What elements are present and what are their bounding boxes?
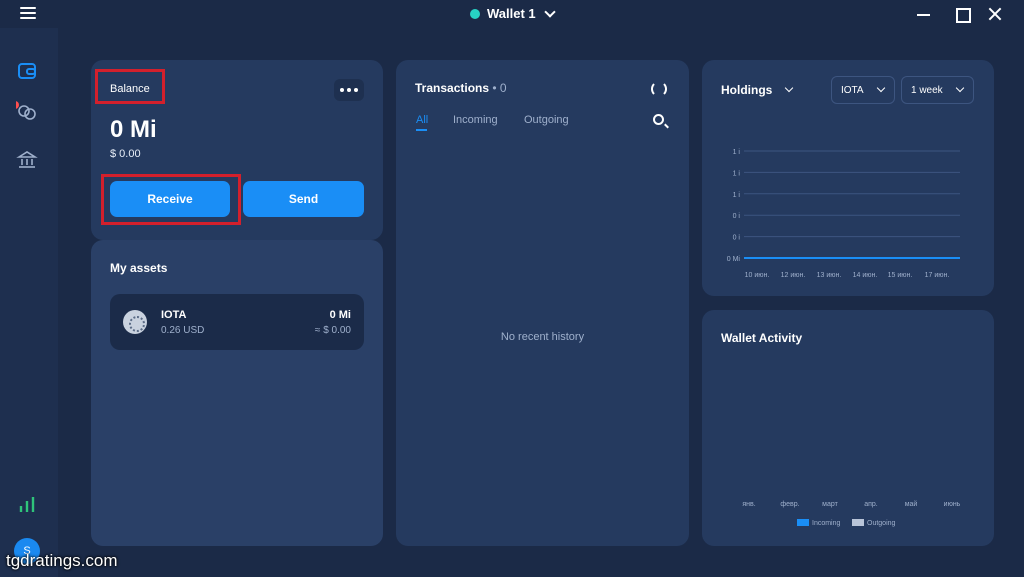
tab-all[interactable]: All: [416, 114, 428, 126]
holdings-chart: 1 i 1 i 1 i 0 i 0 i 0 Mi 10 июн. 12 июн. 13 июн.…: [727, 149, 960, 279]
asset-select-value: IOTA: [841, 85, 864, 96]
y-tick-label: 0 Mi: [727, 256, 741, 263]
transactions-title: Transactions • 0: [415, 81, 507, 95]
y-tick-label: 0 i: [733, 235, 741, 242]
chevron-down-icon: [543, 5, 556, 18]
wallet-selector[interactable]: Wallet 1: [470, 5, 556, 21]
legend-swatch: [852, 519, 864, 526]
close-icon[interactable]: [987, 6, 1003, 22]
assets-title: My assets: [110, 261, 168, 275]
minimize-icon[interactable]: [916, 6, 932, 22]
more-options-button[interactable]: [334, 79, 364, 101]
notification-badge: [16, 101, 19, 109]
transactions-title-text: Transactions: [415, 81, 490, 95]
sidebar: [0, 28, 58, 577]
chevron-down-icon: [876, 83, 886, 93]
activity-title: Wallet Activity: [721, 331, 803, 345]
y-tick-label: 1 i: [733, 170, 741, 177]
x-tick-label: май: [905, 500, 918, 508]
maximize-icon[interactable]: [954, 6, 971, 23]
y-tick-label: 0 i: [733, 213, 741, 220]
asset-price: 0.26 USD: [161, 325, 205, 336]
asset-fiat: ≈ $ 0.00: [314, 325, 351, 336]
send-button[interactable]: Send: [243, 181, 364, 217]
range-select[interactable]: 1 week: [901, 76, 974, 104]
x-tick-label: март: [822, 501, 838, 508]
legend-label: Incoming: [812, 520, 841, 527]
tab-incoming[interactable]: Incoming: [453, 114, 498, 126]
chart-icon[interactable]: [16, 494, 38, 516]
chevron-down-icon: [955, 83, 965, 93]
wallet-color-dot: [470, 8, 480, 19]
range-select-value: 1 week: [911, 85, 943, 96]
x-tick-label: февр.: [780, 501, 799, 508]
empty-history-text: No recent history: [500, 331, 585, 343]
x-tick-label: янв.: [742, 501, 755, 508]
holdings-dropdown[interactable]: Holdings: [721, 83, 794, 97]
staking-icon[interactable]: [16, 100, 38, 122]
watermark: tgdratings.com: [6, 551, 118, 570]
transactions-count: • 0: [492, 81, 507, 95]
x-tick-label: 17 июн.: [925, 272, 950, 279]
asset-amount: 0 Mi: [329, 309, 351, 321]
asset-name: IOTA: [161, 309, 187, 321]
balance-label: Balance: [95, 69, 165, 104]
search-icon[interactable]: [653, 114, 664, 125]
x-tick-label: 14 июн.: [853, 272, 878, 279]
x-tick-label: июнь: [944, 501, 961, 508]
tab-outgoing[interactable]: Outgoing: [524, 114, 569, 126]
assets-panel: [91, 240, 383, 546]
wallet-icon[interactable]: [16, 60, 38, 82]
title-bar: Wallet 1: [0, 0, 1024, 28]
tab-active-indicator: [416, 129, 427, 131]
legend-label: Outgoing: [867, 520, 896, 527]
activity-chart: янв. февр. март апр. май июнь Incoming Outgoing: [742, 500, 961, 527]
balance-fiat: $ 0.00: [110, 148, 141, 160]
receive-button[interactable]: Receive: [110, 181, 230, 217]
transactions-panel: [396, 60, 689, 546]
y-tick-label: 1 i: [733, 149, 741, 156]
x-tick-label: 13 июн.: [817, 272, 842, 279]
legend-swatch: [797, 519, 809, 526]
asset-select[interactable]: IOTA: [831, 76, 895, 104]
holdings-title: Holdings: [721, 83, 773, 97]
bank-icon[interactable]: [16, 149, 38, 171]
y-tick-label: 1 i: [733, 192, 741, 199]
x-tick-label: 12 июн.: [781, 272, 806, 279]
iota-icon: [123, 310, 147, 334]
refresh-icon[interactable]: [651, 81, 667, 97]
x-tick-label: 10 июн.: [745, 272, 770, 279]
balance-amount: 0 Mi: [110, 116, 157, 143]
x-tick-label: апр.: [864, 501, 878, 508]
x-tick-label: 15 июн.: [888, 272, 913, 279]
wallet-name: Wallet 1: [487, 6, 536, 21]
chevron-down-icon: [785, 83, 794, 93]
asset-item-iota[interactable]: IOTA 0.26 USD 0 Mi ≈ $ 0.00: [110, 294, 364, 350]
hamburger-icon[interactable]: [20, 7, 36, 21]
